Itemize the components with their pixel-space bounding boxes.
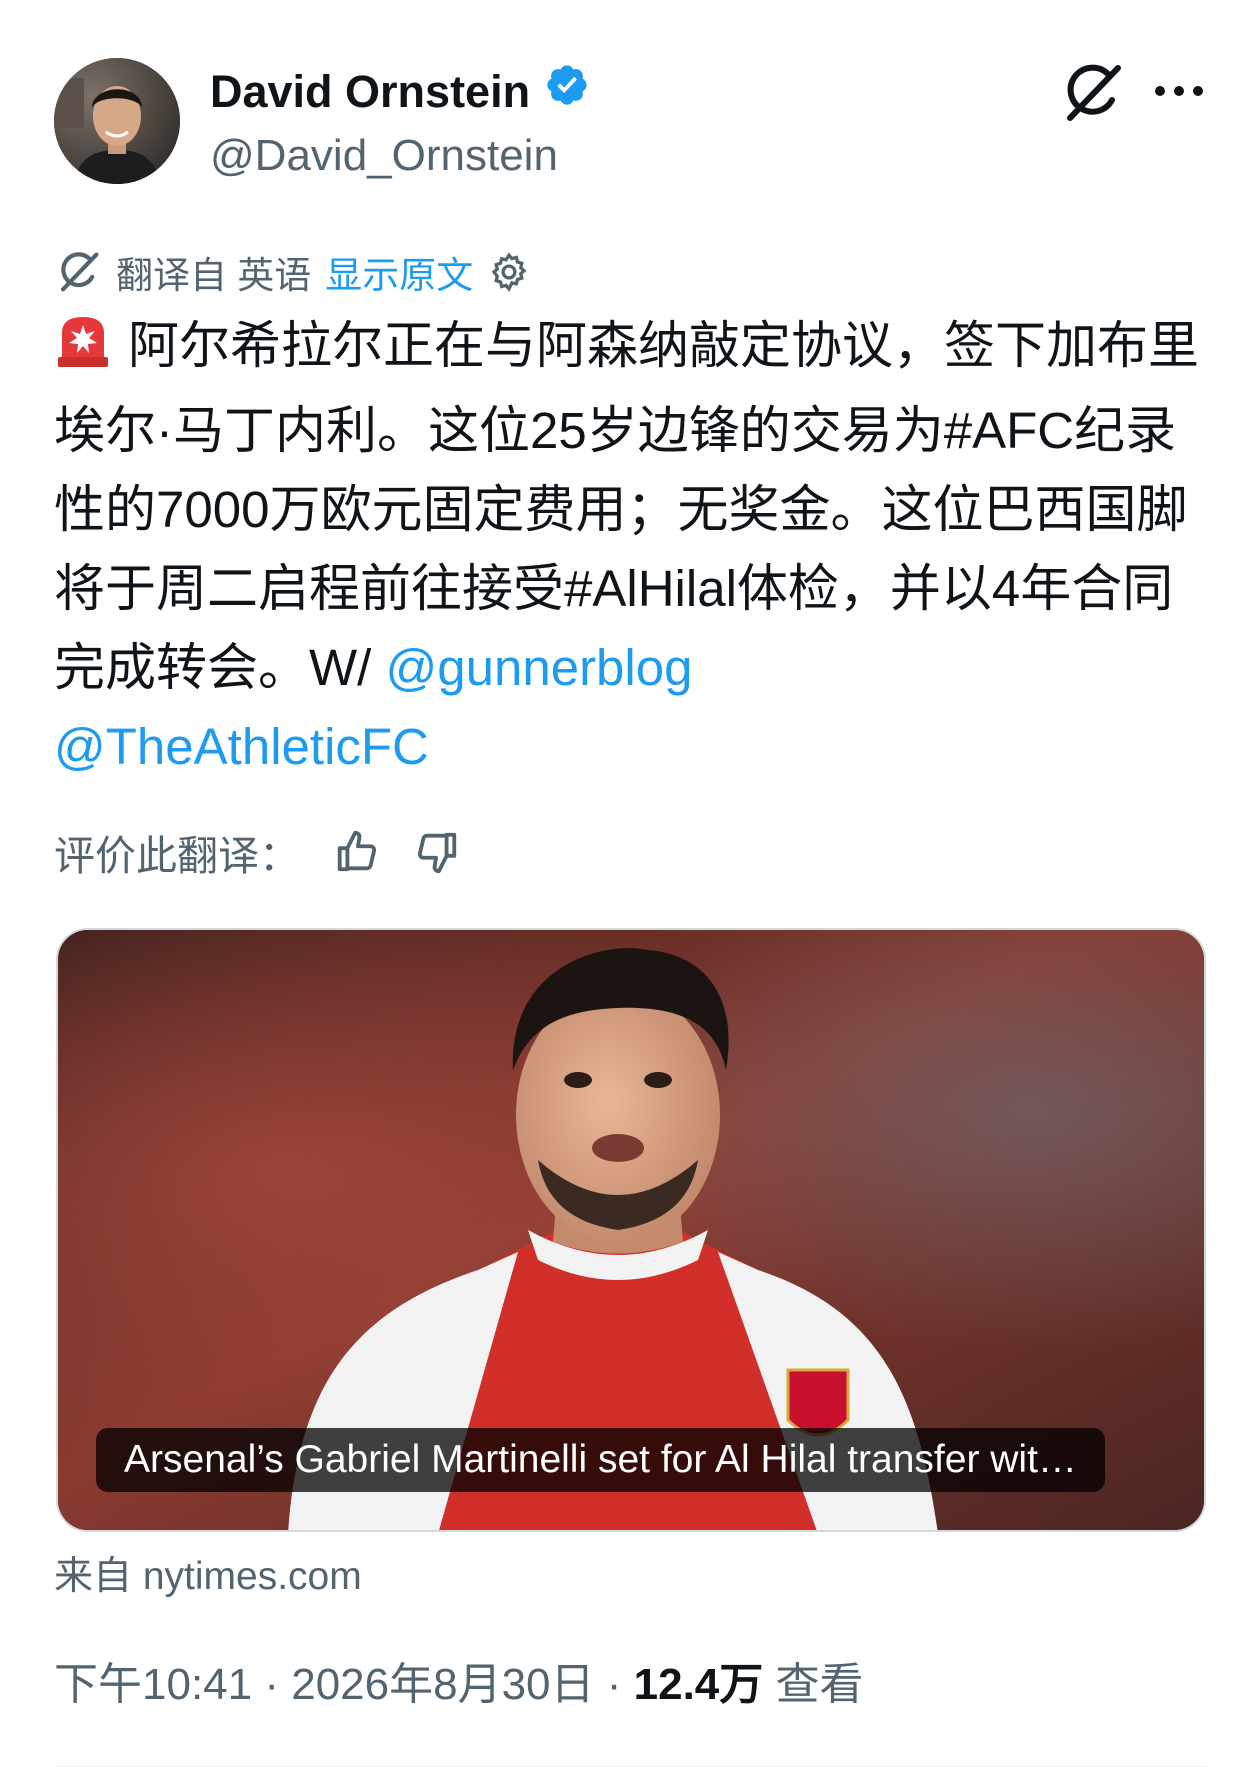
tweet-time[interactable]: 下午10:41 [54, 1660, 252, 1709]
author-name-row[interactable]: David Ornstein [210, 62, 590, 121]
verified-badge-icon[interactable] [544, 62, 590, 121]
more-options-icon[interactable] [1148, 66, 1210, 116]
grok-icon[interactable] [1060, 60, 1126, 126]
tweet-date[interactable]: 2026年8月30日 [291, 1660, 594, 1709]
translated-from-label: 翻译自 英语 [116, 255, 312, 296]
translation-bar: 翻译自 英语 显示原文 [56, 246, 531, 298]
link-card-title-overlay: Arsenal’s Gabriel Martinelli set for Al … [96, 1428, 1105, 1492]
mention-theathleticfc[interactable]: @TheAthleticFC [54, 718, 429, 775]
link-card-source[interactable]: 来自 nytimes.com [54, 1552, 362, 1602]
author-avatar[interactable] [54, 58, 180, 184]
gear-icon[interactable] [487, 250, 531, 294]
avatar-photo [54, 58, 180, 184]
mention-gunnerblog[interactable]: @gunnerblog [385, 639, 692, 696]
author-handle[interactable]: @David_Ornstein [210, 128, 558, 184]
tweet-meta-row: 下午10:41 · 2026年8月30日 · 12.4万 查看 [54, 1654, 864, 1716]
author-name[interactable]: David Ornstein [210, 64, 530, 120]
rate-translation-row: 评价此翻译： [54, 820, 460, 884]
link-card[interactable]: Arsenal’s Gabriel Martinelli set for Al … [56, 928, 1206, 1532]
thumbs-down-icon[interactable] [414, 829, 460, 875]
thumbs-up-icon[interactable] [334, 829, 380, 875]
divider [54, 1766, 1206, 1767]
meta-separator: · [252, 1660, 292, 1709]
views-label: 查看 [763, 1660, 864, 1709]
show-original-link[interactable]: 显示原文 [325, 245, 473, 299]
meta-separator: · [594, 1660, 634, 1709]
siren-emoji-icon [54, 312, 112, 391]
translate-grok-icon [56, 249, 102, 295]
link-card-title: Arsenal’s Gabriel Martinelli set for Al … [124, 1438, 1077, 1481]
views-count: 12.4万 [633, 1660, 764, 1709]
rate-translation-label: 评价此翻译： [54, 833, 300, 879]
tweet-text: 阿尔希拉尔正在与阿森纳敲定协议，签下加布里埃尔·马丁内利。这位25岁边锋的交易为… [54, 306, 1214, 786]
